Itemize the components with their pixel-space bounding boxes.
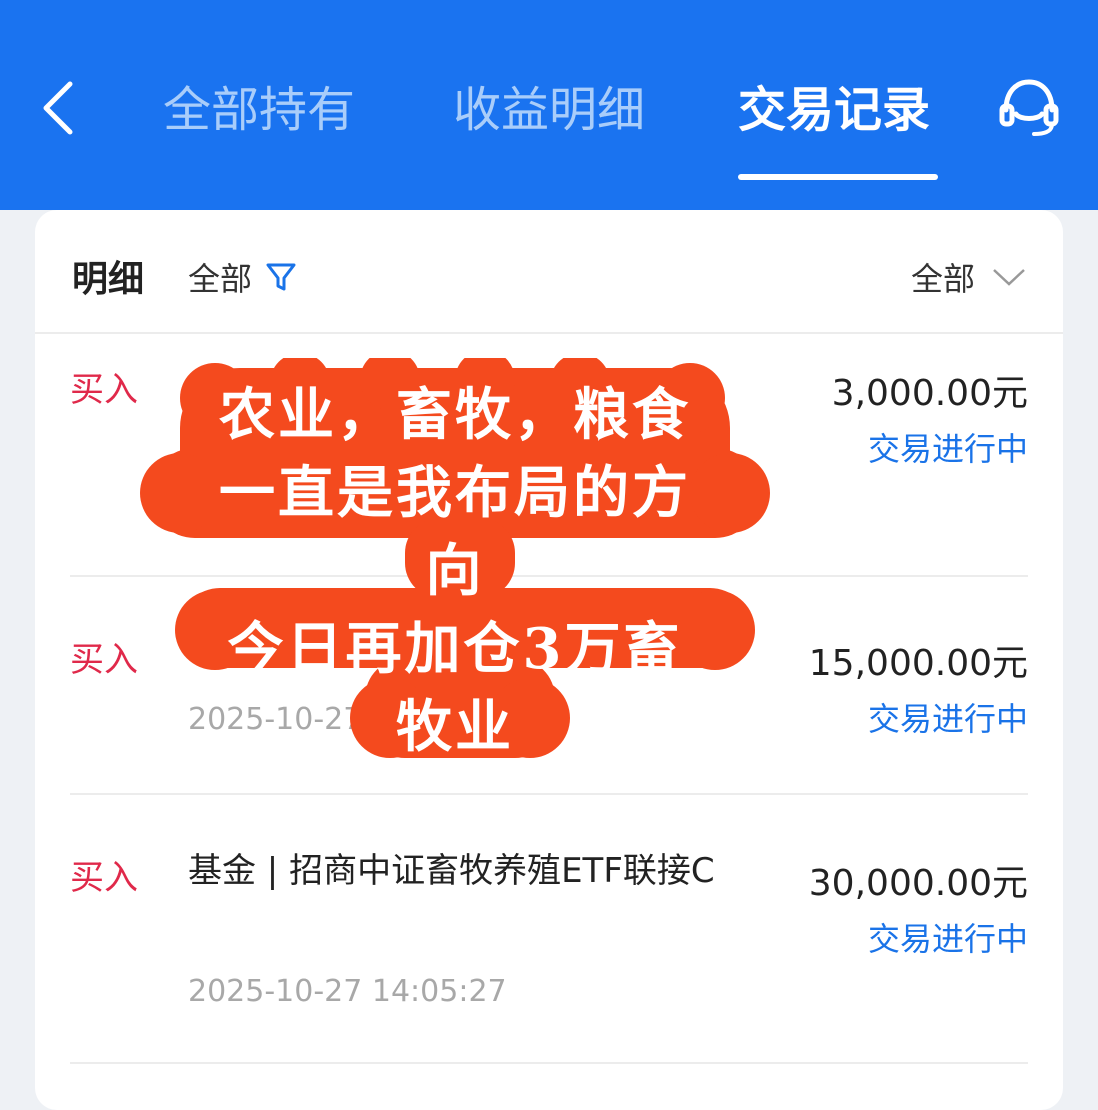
customer-service-button[interactable]	[996, 74, 1062, 140]
annotation-line: 农业，畜牧，粮食	[219, 382, 691, 448]
chevron-left-icon	[43, 81, 73, 135]
transaction-status: 交易进行中	[867, 430, 1028, 468]
annotation-overlay: 农业，畜牧，粮食 一直是我布局的方 向 今日再加仓3万畜 牧业	[140, 358, 770, 768]
back-button[interactable]	[30, 72, 90, 142]
transaction-status: 交易进行中	[867, 700, 1028, 738]
transaction-amount: 15,000.00元	[808, 643, 1028, 684]
table-row[interactable]: 买入 基金 | 招商中证畜牧养殖ETF联接C 2025-10-27 14:05:…	[70, 850, 1028, 1020]
chevron-down-icon	[993, 269, 1025, 286]
annotation-line: 一直是我布局的方	[219, 460, 691, 526]
card-header: 明细 全部 全部	[35, 210, 1063, 334]
transaction-time: 2025-10-27 14:05:27	[188, 974, 507, 1009]
detail-title: 明细	[72, 259, 145, 300]
tab-all-holdings[interactable]: 全部持有	[163, 78, 355, 142]
filter-funnel-icon	[266, 263, 296, 291]
tab-income-details[interactable]: 收益明细	[453, 78, 645, 142]
type-filter[interactable]: 全部	[188, 254, 298, 300]
transaction-type: 买入	[70, 858, 138, 898]
headset-icon	[999, 79, 1059, 136]
transaction-amount: 3,000.00元	[831, 373, 1028, 414]
fund-name: 基金 | 招商中证畜牧养殖ETF联接C	[188, 851, 715, 891]
row-divider	[70, 793, 1028, 795]
status-filter-label: 全部	[910, 260, 975, 298]
row-divider	[70, 1062, 1028, 1064]
top-navigation-bar: 全部持有 收益明细 交易记录	[0, 0, 1098, 210]
active-tab-indicator	[738, 174, 938, 180]
transaction-type: 买入	[70, 640, 138, 680]
transaction-type: 买入	[70, 370, 138, 410]
tab-trade-records[interactable]: 交易记录	[738, 78, 930, 142]
annotation-line: 今日再加仓3万畜	[227, 616, 683, 682]
type-filter-label: 全部	[188, 260, 253, 298]
transaction-amount: 30,000.00元	[808, 863, 1028, 904]
annotation-text: 农业，畜牧，粮食 一直是我布局的方 向 今日再加仓3万畜 牧业	[140, 358, 770, 766]
annotation-line: 牧业	[396, 694, 514, 760]
transaction-status: 交易进行中	[867, 920, 1028, 958]
annotation-line: 向	[425, 538, 485, 604]
status-filter-dropdown[interactable]: 全部	[911, 254, 1027, 300]
